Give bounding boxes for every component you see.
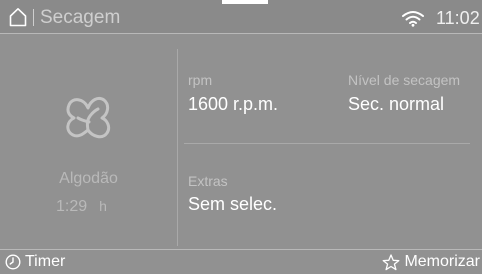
footer-bar: Timer Memorizar <box>0 249 482 274</box>
program-duration: 1:29 h <box>56 198 107 216</box>
memorize-label: Memorizar <box>404 253 480 270</box>
status-bar: Secagem 11:02 <box>0 0 482 34</box>
cotton-icon <box>66 96 111 139</box>
speed-label: rpm <box>188 72 213 88</box>
horizontal-divider <box>184 143 470 144</box>
header-separator <box>33 9 34 26</box>
page-title: Secagem <box>40 7 121 28</box>
memorize-button[interactable]: Memorizar <box>382 252 480 272</box>
vertical-divider <box>177 49 178 246</box>
extras-label: Extras <box>188 173 228 189</box>
wifi-icon <box>402 11 424 27</box>
dry-level-value: Sec. normal <box>348 94 445 114</box>
extras-value: Sem selec. <box>188 194 278 214</box>
program-name: Algodão <box>59 170 118 187</box>
dry-level-label: Nível de secagem <box>348 72 461 88</box>
clock: 11:02 <box>436 8 480 28</box>
duration-value: 1:29 <box>56 198 88 215</box>
clock-icon <box>5 254 21 270</box>
home-icon[interactable] <box>9 7 27 27</box>
star-icon <box>382 253 400 270</box>
timer-button[interactable]: Timer <box>5 252 65 272</box>
duration-unit: h <box>99 198 107 214</box>
timer-label: Timer <box>25 253 66 270</box>
speed-value: 1600 r.p.m. <box>188 94 279 114</box>
pull-down-handle[interactable] <box>222 0 268 4</box>
